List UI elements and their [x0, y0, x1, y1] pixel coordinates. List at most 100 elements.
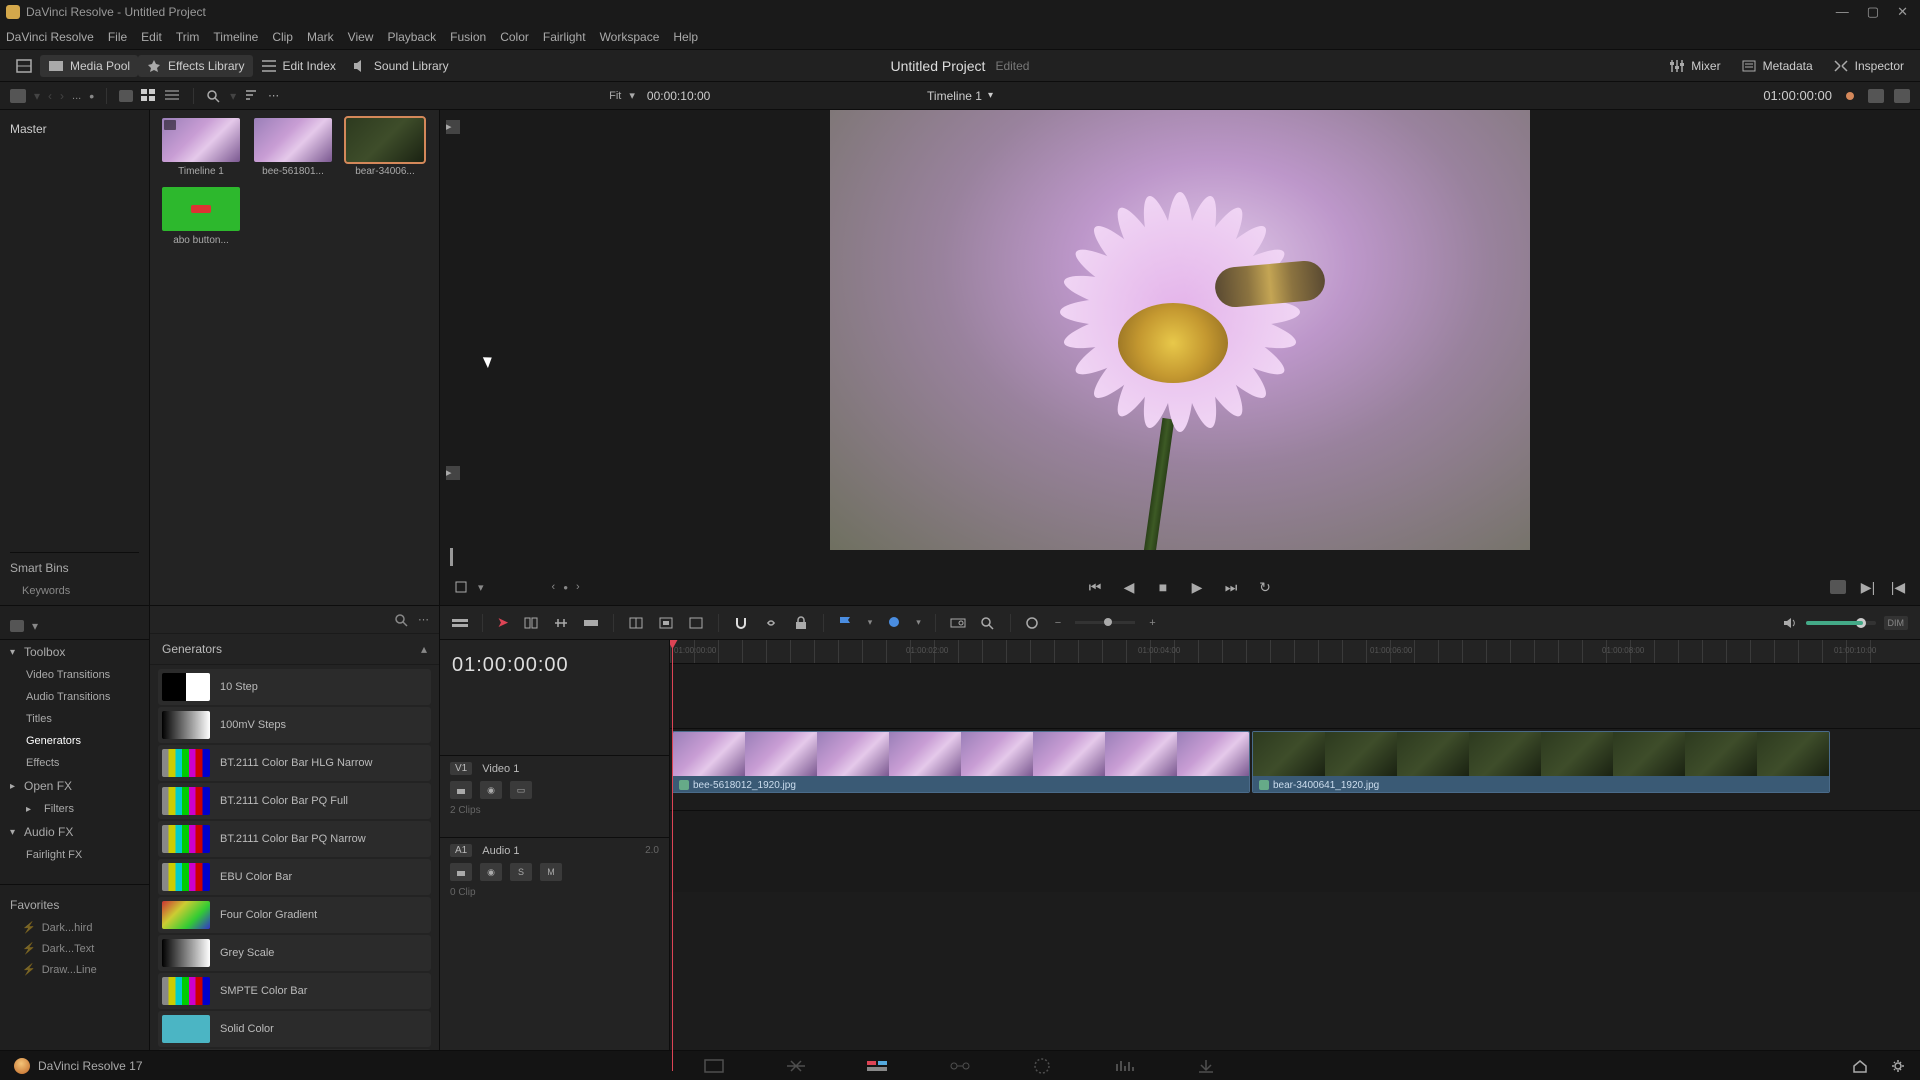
options-dots[interactable]: ⋯ [418, 613, 429, 626]
zoom-slider-knob[interactable] [1104, 618, 1112, 626]
generator-item[interactable]: Four Color Gradient [158, 897, 431, 933]
fairlight-page-button[interactable] [1113, 1057, 1135, 1075]
next-frame-button[interactable]: ⏭ [1223, 579, 1239, 595]
audio-transitions-item[interactable]: Audio Transitions [0, 686, 149, 708]
zoom-selection-icon[interactable] [950, 616, 966, 630]
titles-item[interactable]: Titles [0, 708, 149, 730]
thumbnails-view[interactable] [119, 90, 133, 102]
dual-view-icon[interactable] [1868, 89, 1884, 103]
menu-mark[interactable]: Mark [307, 30, 334, 44]
toolbox-section[interactable]: ▾Toolbox [0, 640, 149, 664]
smart-bins-header[interactable]: Smart Bins [10, 561, 139, 575]
menu-view[interactable]: View [348, 30, 374, 44]
selection-tool[interactable]: ➤ [497, 614, 509, 631]
prev-frame-button[interactable]: ◀ [1121, 579, 1137, 595]
media-clip[interactable]: bear-34006... [344, 118, 426, 177]
sort-icon[interactable] [244, 89, 260, 103]
fusion-page-button[interactable] [949, 1057, 971, 1075]
gear-icon[interactable] [1890, 1059, 1906, 1073]
search-icon[interactable] [206, 89, 222, 103]
go-start-button[interactable]: |◀ [1890, 579, 1906, 595]
dynamic-trim-icon[interactable] [553, 616, 569, 630]
track-enable-button[interactable]: ◉ [480, 863, 502, 881]
lock-icon[interactable] [793, 616, 809, 630]
replace-icon[interactable] [688, 616, 704, 630]
marker-icon[interactable] [886, 616, 902, 630]
media-clip[interactable]: abo button... [160, 187, 242, 246]
chevron-down-icon[interactable]: ▾ [32, 619, 38, 633]
loop-button[interactable]: ↻ [1257, 579, 1273, 595]
video-track-lane[interactable]: bee-5618012_1920.jpg bear-3400641_1920.j… [670, 728, 1920, 810]
chevron-down-icon[interactable]: ▾ [230, 89, 236, 103]
track-lock-button[interactable] [450, 863, 472, 881]
cut-page-button[interactable] [785, 1057, 807, 1075]
track-lock-button[interactable] [450, 781, 472, 799]
menu-fusion[interactable]: Fusion [450, 30, 486, 44]
fit-label[interactable]: Fit [609, 90, 621, 102]
chevron-down-icon[interactable]: ▾ [34, 89, 40, 103]
filters-item[interactable]: ▸Filters [0, 798, 149, 820]
chevron-down-icon[interactable]: ▾ [478, 581, 484, 594]
sparkle-icon[interactable] [1842, 89, 1858, 103]
overwrite-icon[interactable] [658, 616, 674, 630]
breadcrumb-dots[interactable]: ... [72, 90, 81, 102]
nav-fwd-icon[interactable]: › [60, 89, 64, 103]
home-icon[interactable] [1852, 1059, 1868, 1073]
chevron-down-icon[interactable]: ▾ [629, 89, 635, 102]
menu-workspace[interactable]: Workspace [600, 30, 660, 44]
mixer-toggle[interactable]: Mixer [1661, 55, 1728, 77]
edit-page-button[interactable] [867, 1057, 889, 1075]
zoom-plus[interactable]: + [1149, 617, 1155, 629]
generator-item[interactable]: SMPTE Color Bar [158, 973, 431, 1009]
play-button[interactable]: ▶ [1189, 579, 1205, 595]
fx-view-icon[interactable] [10, 620, 24, 632]
favorite-item[interactable]: ⚡Dark...Text [0, 938, 149, 959]
stop-button[interactable]: ■ [1155, 579, 1171, 595]
timeline-clip-1[interactable]: bee-5618012_1920.jpg [672, 731, 1250, 793]
metadata-toggle[interactable]: Metadata [1733, 55, 1821, 77]
bin-master[interactable]: Master [10, 118, 139, 140]
layout-button[interactable] [8, 55, 40, 77]
timeline-view-icon[interactable] [452, 616, 468, 630]
minimize-button[interactable]: — [1836, 4, 1849, 20]
generator-item[interactable]: Solid Color [158, 1011, 431, 1047]
playhead[interactable] [672, 640, 673, 1071]
timeline-name[interactable]: Timeline 1 [927, 89, 982, 103]
mute-button[interactable]: M [540, 863, 562, 881]
video-transitions-item[interactable]: Video Transitions [0, 664, 149, 686]
openfx-section[interactable]: ▸Open FX [0, 774, 149, 798]
generator-item[interactable]: Grey Scale [158, 935, 431, 971]
speaker-icon[interactable] [1782, 616, 1798, 630]
zoom-fit-icon[interactable] [980, 616, 996, 630]
menu-timeline[interactable]: Timeline [213, 30, 258, 44]
viewer-canvas[interactable]: ▸ ▸ [440, 110, 1920, 550]
generator-item[interactable]: BT.2111 Color Bar PQ Narrow [158, 821, 431, 857]
audio-track-lane[interactable] [670, 810, 1920, 892]
generators-item[interactable]: Generators [0, 730, 149, 752]
search-icon[interactable] [394, 613, 410, 627]
track-box-button[interactable]: ▭ [510, 781, 532, 799]
chevron-down-icon[interactable]: ▾ [988, 90, 993, 101]
menu-help[interactable]: Help [673, 30, 698, 44]
options-dots[interactable]: ⋯ [268, 89, 279, 102]
menu-trim[interactable]: Trim [176, 30, 200, 44]
bin-view-button[interactable] [10, 89, 26, 103]
inspector-toggle[interactable]: Inspector [1825, 55, 1912, 77]
zoom-out-icon[interactable] [1025, 616, 1041, 630]
chevron-down-icon[interactable]: ▾ [868, 617, 873, 628]
effects-library-toggle[interactable]: Effects Library [138, 55, 252, 77]
video-track-tag[interactable]: V1 [450, 762, 472, 775]
prev-edit-icon[interactable]: ‹ [552, 581, 556, 593]
snap-icon[interactable] [733, 616, 749, 630]
generator-item[interactable]: BT.2111 Color Bar PQ Full [158, 783, 431, 819]
maximize-button[interactable]: ▢ [1867, 4, 1879, 20]
menu-file[interactable]: File [108, 30, 127, 44]
track-enable-button[interactable]: ◉ [480, 781, 502, 799]
menu-davinci-resolve[interactable]: DaVinci Resolve [6, 30, 94, 44]
collapse-icon[interactable]: ▴ [421, 642, 427, 656]
color-page-button[interactable] [1031, 1057, 1053, 1075]
video-track-header[interactable]: V1 Video 1 ◉ ▭ 2 Clips [440, 755, 669, 837]
next-edit-icon[interactable]: › [576, 581, 580, 593]
media-pool-toggle[interactable]: Media Pool [40, 55, 138, 77]
generator-item[interactable]: 100mV Steps [158, 707, 431, 743]
